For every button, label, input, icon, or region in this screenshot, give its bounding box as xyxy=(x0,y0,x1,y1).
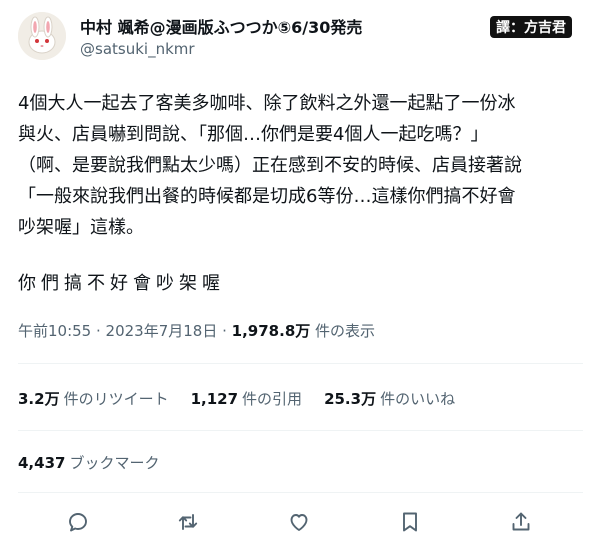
views-count: 1,978.8万 xyxy=(231,322,311,340)
engagement-stats: 3.2万 件のリツイート 1,127 件の引用 25.3万 件のいいね xyxy=(18,388,455,409)
bookmarks-stat[interactable]: 4,437 ブックマーク xyxy=(18,452,159,473)
user-handle[interactable]: @satsuki_nkmr xyxy=(80,40,195,58)
views-label: 件の表示 xyxy=(310,322,376,340)
tweet-actions xyxy=(0,506,598,538)
display-name[interactable]: 中村 颯希@漫画版ふつつか⑤6/30発売 xyxy=(80,14,362,38)
rabbit-icon xyxy=(18,12,66,60)
bookmarks-label: ブックマーク xyxy=(69,454,160,472)
translator-badge: 譯：方吉君 xyxy=(490,16,572,38)
bookmark-button[interactable] xyxy=(394,506,426,538)
meta-separator: · xyxy=(217,322,232,340)
tweet-time[interactable]: 午前10:55 xyxy=(18,322,91,340)
tweet-line: （啊、是要說我們點太少嗎）正在感到不安的時候、店員接著說 xyxy=(18,155,522,176)
share-icon xyxy=(512,512,530,531)
bookmark-icon xyxy=(403,512,417,532)
divider xyxy=(18,430,583,431)
likes-count: 25.3万 xyxy=(324,390,377,408)
tweet-line: 4個大人一起去了客美多咖啡、除了飲料之外還一起點了一份冰 xyxy=(18,93,516,114)
retweet-button[interactable] xyxy=(172,506,204,538)
reply-button[interactable] xyxy=(62,506,94,538)
retweets-stat[interactable]: 3.2万 件のリツイート xyxy=(18,388,169,409)
bookmarks-count: 4,437 xyxy=(18,454,66,472)
tweet-tail-text: 你們搞不好會吵架喔 xyxy=(18,273,225,294)
avatar[interactable] xyxy=(18,12,66,60)
share-button[interactable] xyxy=(505,506,537,538)
tweet-line: 「一般來說我們出餐的時候都是切成6等份…這樣你們搞不好會 xyxy=(18,186,516,207)
tweet-line: 與火、店員嚇到問說、「那個…你們是要4個人一起吃嗎？」 xyxy=(18,124,489,145)
quotes-stat[interactable]: 1,127 件の引用 xyxy=(191,388,302,409)
divider xyxy=(18,363,583,364)
divider xyxy=(18,492,583,493)
tweet-date[interactable]: 2023年7月18日 xyxy=(106,322,218,340)
like-button[interactable] xyxy=(283,506,315,538)
likes-stat[interactable]: 25.3万 件のいいね xyxy=(324,388,455,409)
quotes-label: 件の引用 xyxy=(242,390,303,408)
likes-label: 件のいいね xyxy=(380,390,456,408)
retweets-label: 件のリツイート xyxy=(63,390,169,408)
retweet-icon xyxy=(178,514,198,530)
tweet-line: 吵架喔」這樣。 xyxy=(18,217,144,238)
like-icon xyxy=(290,514,308,531)
tweet-text: 4個大人一起去了客美多咖啡、除了飲料之外還一起點了一份冰 與火、店員嚇到問說、「… xyxy=(18,88,583,243)
meta-separator: · xyxy=(91,322,106,340)
reply-icon xyxy=(69,513,87,532)
quotes-count: 1,127 xyxy=(190,390,239,408)
retweets-count: 3.2万 xyxy=(18,390,60,408)
tweet-meta: 午前10:55 · 2023年7月18日 · 1,978.8万 件の表示 xyxy=(18,320,375,341)
